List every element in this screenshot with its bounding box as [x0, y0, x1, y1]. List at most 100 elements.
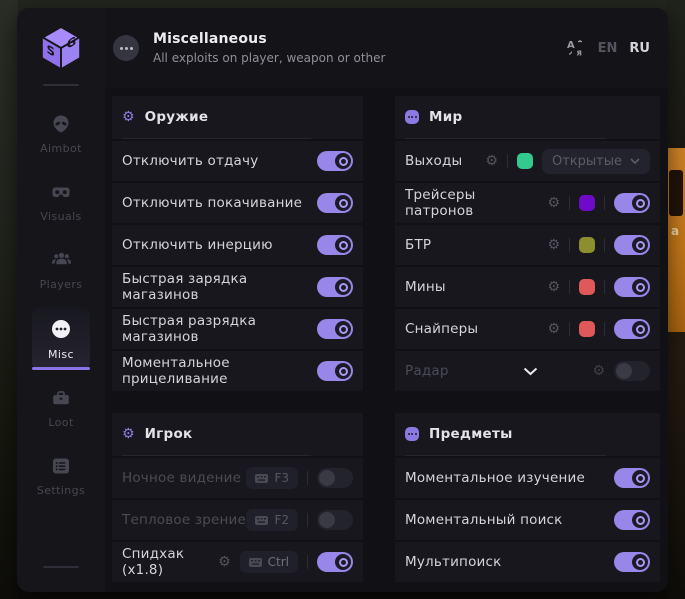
sidebar-item-label: Visuals: [40, 210, 81, 223]
toggle-row-snipers: Снайперы ⚙: [395, 309, 660, 349]
gear-icon[interactable]: ⚙: [547, 280, 560, 294]
hotkey-badge[interactable]: Ctrl: [240, 551, 298, 573]
divider: [507, 154, 508, 168]
sidebar-item-visuals[interactable]: Visuals: [32, 172, 90, 232]
gear-icon[interactable]: ⚙: [218, 555, 231, 569]
radar-expand-button[interactable]: [469, 367, 593, 376]
hotkey-badge[interactable]: F2: [246, 509, 298, 531]
page-header: Miscellaneous All exploits on player, we…: [105, 8, 668, 88]
toggle-row-night-vision: Ночное видение F3: [112, 458, 363, 498]
divider: [307, 513, 308, 527]
vr-goggles-icon: [51, 182, 71, 202]
sidebar-item-settings[interactable]: Settings: [32, 446, 90, 506]
dots-icon: [405, 110, 419, 124]
left-column: ⚙ Оружие Отключить отдачу Отключить пока…: [112, 96, 363, 592]
toggle-switch[interactable]: [614, 552, 650, 572]
content-area: ⚙ Оружие Отключить отдачу Отключить пока…: [105, 88, 668, 592]
toggle-row-instant-search: Моментальный поиск: [395, 500, 660, 540]
color-swatch[interactable]: [579, 195, 595, 211]
section-title: Предметы: [429, 426, 513, 442]
sidebar-item-label: Players: [40, 278, 83, 291]
gear-icon[interactable]: ⚙: [547, 238, 560, 252]
game-backdrop-left: [0, 0, 18, 599]
color-swatch[interactable]: [517, 153, 533, 169]
toggle-switch[interactable]: [614, 468, 650, 488]
game-backdrop-right: a: [667, 0, 685, 599]
toggle-switch[interactable]: [317, 552, 353, 572]
toggle-switch[interactable]: [317, 510, 353, 530]
hotkey-badge[interactable]: F3: [246, 467, 298, 489]
row-label: Моментальный поиск: [405, 512, 563, 528]
section-header: Мир: [395, 96, 660, 139]
row-label: Трейсеры патронов: [405, 187, 547, 219]
toggle-row-fast-reload: Быстрая зарядка магазинов: [112, 267, 363, 307]
row-label: Быстрая разрядка магазинов: [122, 313, 317, 345]
row-label: Моментальное изучение: [405, 470, 585, 486]
page-title: Miscellaneous: [153, 31, 385, 47]
row-label: Ночное видение: [122, 470, 241, 486]
people-icon: [51, 250, 72, 270]
ellipsis-circle-icon: [50, 318, 72, 340]
toggle-switch[interactable]: [317, 235, 353, 255]
toggle-row-instant-ads: Моментальное прицеливание: [112, 351, 363, 391]
alien-icon: [51, 114, 71, 134]
toggle-switch[interactable]: [614, 193, 650, 213]
toggle-row-speedhack: Спидхак (x1.8) ⚙ Ctrl: [112, 542, 363, 582]
gear-icon[interactable]: ⚙: [592, 364, 605, 378]
color-swatch[interactable]: [579, 279, 595, 295]
toggle-switch[interactable]: [317, 151, 353, 171]
toggle-switch[interactable]: [317, 468, 353, 488]
sidebar: S G Aimbot Visuals: [17, 8, 105, 592]
lang-ru-button[interactable]: RU: [629, 41, 650, 56]
toggle-switch[interactable]: [614, 510, 650, 530]
gear-icon[interactable]: ⚙: [485, 154, 498, 168]
row-label: Моментальное прицеливание: [122, 355, 317, 387]
divider: [604, 238, 605, 252]
lang-en-button[interactable]: EN: [598, 41, 618, 56]
toggle-row-multisearch: Мультипоиск: [395, 542, 660, 582]
row-label: Мультипоиск: [405, 554, 502, 570]
row-label: Радар: [405, 363, 449, 379]
toggle-switch[interactable]: [317, 277, 353, 297]
toggle-switch[interactable]: [317, 319, 353, 339]
cheat-menu-window: S G Aimbot Visuals: [17, 8, 668, 592]
section-divider: [122, 138, 311, 139]
row-label: Отключить покачивание: [122, 195, 302, 211]
toggle-row-mines: Мины ⚙: [395, 267, 660, 307]
divider: [604, 196, 605, 210]
sidebar-item-aimbot[interactable]: Aimbot: [32, 104, 90, 164]
exits-dropdown[interactable]: Открытые: [542, 149, 650, 174]
sidebar-item-players[interactable]: Players: [32, 240, 90, 300]
toggle-switch[interactable]: [317, 361, 353, 381]
game-sign-text: a: [671, 224, 679, 238]
section-header: ⚙ Игрок: [112, 413, 363, 456]
gear-icon[interactable]: ⚙: [547, 196, 560, 210]
toggle-row-no-sway: Отключить покачивание: [112, 183, 363, 223]
toggle-row-radar: Радар ⚙: [395, 351, 660, 391]
section-divider: [405, 138, 606, 139]
gear-icon: ⚙: [122, 427, 135, 441]
keyboard-icon: [255, 516, 268, 525]
sidebar-item-loot[interactable]: Loot: [32, 378, 90, 438]
section-header: Предметы: [395, 413, 660, 456]
divider: [569, 280, 570, 294]
sidebar-item-misc[interactable]: Misc: [32, 308, 90, 370]
gear-icon: ⚙: [122, 110, 135, 124]
sidebar-item-label: Settings: [37, 484, 85, 497]
keyboard-icon: [255, 474, 268, 483]
hotkey-label: Ctrl: [268, 555, 289, 569]
toggle-row-tracers: Трейсеры патронов ⚙: [395, 183, 660, 223]
toggle-switch[interactable]: [614, 361, 650, 381]
toggle-switch[interactable]: [614, 235, 650, 255]
toggle-row-no-inertia: Отключить инерцию: [112, 225, 363, 265]
toggle-switch[interactable]: [317, 193, 353, 213]
section-world: Мир Выходы ⚙ Открытые: [395, 96, 660, 393]
color-swatch[interactable]: [579, 321, 595, 337]
section-weapon: ⚙ Оружие Отключить отдачу Отключить пока…: [112, 96, 363, 393]
toggle-switch[interactable]: [614, 277, 650, 297]
toggle-switch[interactable]: [614, 319, 650, 339]
color-swatch[interactable]: [579, 237, 595, 253]
section-title: Мир: [429, 109, 462, 125]
row-label: Выходы: [405, 153, 462, 169]
gear-icon[interactable]: ⚙: [547, 322, 560, 336]
